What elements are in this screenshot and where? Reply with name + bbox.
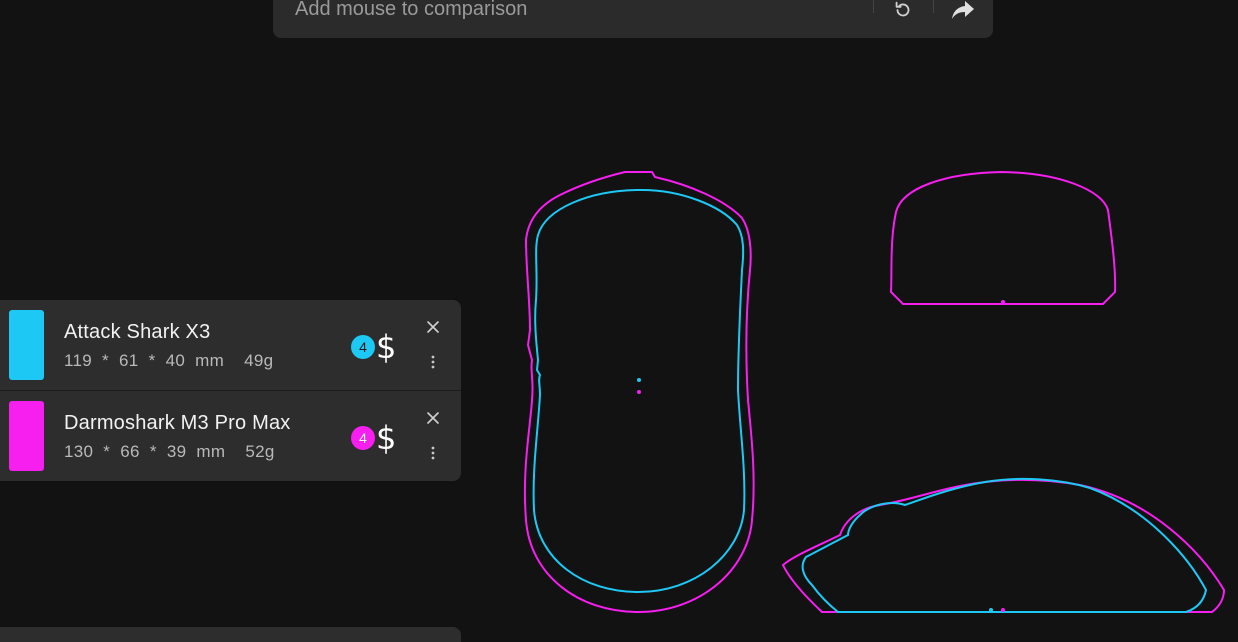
shape-comparison-canvas xyxy=(523,170,1226,614)
mouse-card[interactable]: Attack Shark X3 119 * 61 * 40 mm 49g 4 $ xyxy=(0,300,461,390)
side-view-dot-attack-shark xyxy=(989,608,993,612)
price-tier-badge: 4 xyxy=(351,426,375,450)
color-swatch[interactable] xyxy=(9,401,44,471)
mouse-options-button[interactable] xyxy=(424,443,442,463)
side-view-outline-darmoshark xyxy=(781,478,1226,613)
dimension-unit: mm xyxy=(195,351,225,370)
mouse-card[interactable]: Darmoshark M3 Pro Max 130 * 66 * 39 mm 5… xyxy=(0,390,461,481)
reset-button[interactable] xyxy=(873,0,933,29)
dimension-unit: mm xyxy=(196,442,226,461)
color-swatch[interactable] xyxy=(9,310,44,380)
center-dot-attack-shark xyxy=(637,378,641,382)
mouse-list: Attack Shark X3 119 * 61 * 40 mm 49g 4 $ xyxy=(0,300,461,481)
close-icon xyxy=(427,412,439,424)
remove-mouse-button[interactable] xyxy=(424,409,442,427)
share-button[interactable] xyxy=(933,0,993,29)
more-vertical-icon xyxy=(431,355,435,369)
mouse-length: 119 xyxy=(64,351,93,370)
comparison-page: Attack Shark X3 119 * 61 * 40 mm 49g 4 $ xyxy=(0,0,1238,642)
price-indicator: 4 $ xyxy=(351,422,396,454)
mouse-width: 61 xyxy=(119,351,139,370)
price-tier-badge: 4 xyxy=(351,335,375,359)
price-indicator: 4 $ xyxy=(351,331,396,363)
front-view-outline-darmoshark xyxy=(889,170,1117,305)
center-dot-darmoshark xyxy=(637,390,641,394)
mouse-weight: 49g xyxy=(244,351,274,370)
search-input[interactable] xyxy=(273,0,873,28)
share-icon xyxy=(952,1,974,19)
mouse-options-button[interactable] xyxy=(424,352,442,372)
mouse-dimensions: 130 * 66 * 39 mm 52g xyxy=(64,442,275,461)
close-icon xyxy=(427,321,439,333)
mouse-width: 66 xyxy=(120,442,140,461)
mouse-name: Darmoshark M3 Pro Max xyxy=(64,412,291,434)
dollar-icon: $ xyxy=(376,328,397,366)
more-vertical-icon xyxy=(431,446,435,460)
side-view-outline-attack-shark xyxy=(801,477,1208,613)
bottom-panel xyxy=(0,627,461,642)
side-view-dot-darmoshark xyxy=(1001,608,1005,612)
mouse-height: 40 xyxy=(165,351,186,370)
mouse-weight: 52g xyxy=(245,442,275,461)
mouse-height: 39 xyxy=(166,442,187,461)
remove-mouse-button[interactable] xyxy=(424,318,442,336)
refresh-icon xyxy=(895,1,910,17)
mouse-name: Attack Shark X3 xyxy=(64,321,211,343)
dollar-icon: $ xyxy=(376,419,397,457)
search-bar xyxy=(273,0,993,38)
mouse-dimensions: 119 * 61 * 40 mm 49g xyxy=(64,351,274,370)
mouse-length: 130 xyxy=(64,442,94,461)
front-view-dot xyxy=(1001,300,1005,304)
